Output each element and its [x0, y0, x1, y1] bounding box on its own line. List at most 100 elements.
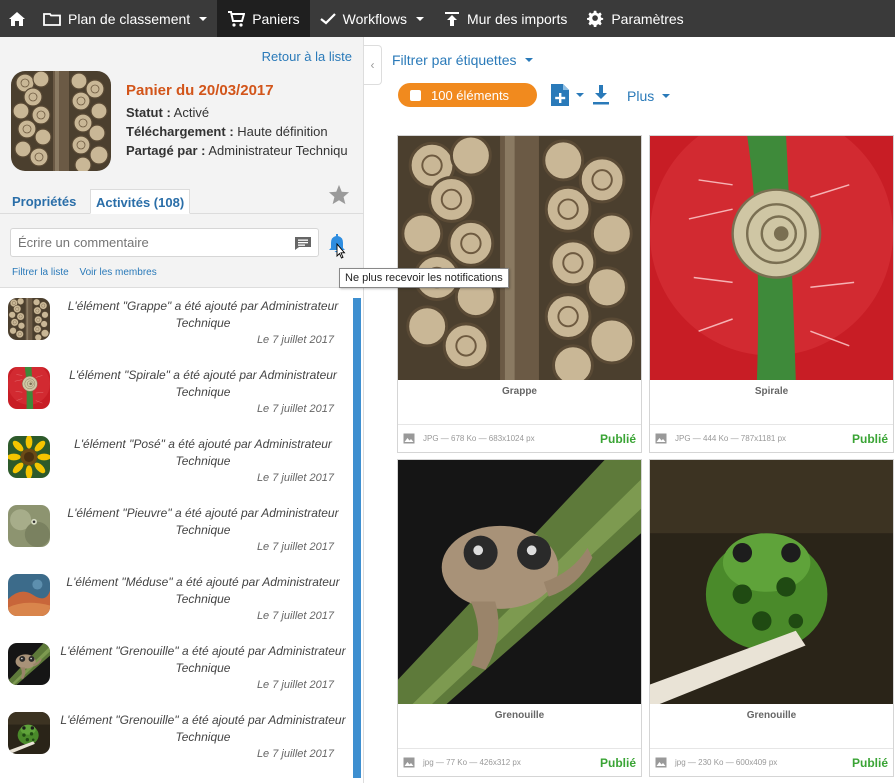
home-button[interactable]: [0, 0, 33, 37]
media-caption: Spirale: [754, 386, 789, 397]
basket-title: Panier du 20/03/2017: [126, 82, 274, 99]
bell-icon: [329, 234, 346, 259]
folder-icon: [43, 12, 61, 26]
activity-item: L'élément "Grenouille" a été ajouté par …: [0, 702, 350, 771]
favorite-star-button[interactable]: [328, 184, 350, 208]
activity-item: L'élément "Pieuvre" a été ajouté par Adm…: [0, 495, 350, 564]
media-card[interactable]: Grenouille jpg — 77 Ko — 426x312 px Publ…: [397, 459, 642, 777]
select-all-button[interactable]: 100 éléments: [398, 83, 537, 107]
activity-item: L'élément "Spirale" a été ajouté par Adm…: [0, 357, 350, 426]
media-caption: Grappe: [501, 386, 537, 397]
media-preview[interactable]: [650, 460, 893, 704]
upload-icon: [444, 11, 459, 26]
notification-bell-button[interactable]: [327, 232, 349, 263]
collapse-sidebar-button[interactable]: ‹: [364, 45, 382, 85]
add-document-button[interactable]: [550, 83, 584, 107]
activity-item: L'élément "Grappe" a été ajouté par Admi…: [0, 288, 350, 357]
activity-thumbnail: [8, 298, 50, 340]
activity-feed: L'élément "Grappe" a été ajouté par Admi…: [0, 287, 363, 783]
activity-item: L'élément "Grenouille" a été ajouté par …: [0, 633, 350, 702]
media-caption: Grenouille: [494, 710, 545, 721]
notification-tooltip: Ne plus recevoir les notifications: [339, 268, 509, 288]
activity-text: L'élément "Grappe" a été ajouté par Admi…: [67, 299, 339, 330]
element-count: 100 éléments: [431, 87, 510, 103]
media-footer: JPG — 444 Ko — 787x1181 px Publié: [650, 424, 893, 452]
basket-download: Téléchargement : Haute définition: [126, 124, 328, 139]
view-members-link[interactable]: Voir les membres: [79, 267, 156, 278]
activity-thumbnail: [8, 436, 50, 478]
media-preview[interactable]: [398, 136, 641, 380]
status-badge: Publié: [851, 431, 888, 446]
activity-text: L'élément "Grenouille" a été ajouté par …: [60, 644, 346, 675]
activity-text: L'élément "Spirale" a été ajouté par Adm…: [69, 368, 337, 399]
status-badge: Publié: [851, 755, 888, 770]
activity-item: L'élément "Méduse" a été ajouté par Admi…: [0, 564, 350, 633]
media-footer: JPG — 678 Ko — 683x1024 px Publié: [398, 424, 641, 452]
activity-thumbnail: [8, 505, 50, 547]
activity-text: L'élément "Méduse" a été ajouté par Admi…: [66, 575, 340, 606]
media-card[interactable]: Grappe JPG — 678 Ko — 683x1024 px Publié: [397, 135, 642, 453]
media-card[interactable]: Grenouille jpg — 230 Ko — 600x409 px Pub…: [649, 459, 894, 777]
chevron-left-icon: ‹: [370, 58, 375, 72]
tab-activites[interactable]: Activités (108): [90, 189, 191, 214]
status-badge: Publié: [599, 431, 636, 446]
star-icon: [328, 184, 350, 205]
media-file-info: jpg — 230 Ko — 600x409 px: [675, 758, 778, 767]
image-icon: [403, 433, 415, 444]
scrollbar[interactable]: [353, 298, 361, 778]
media-file-info: jpg — 77 Ko — 426x312 px: [423, 758, 521, 767]
basket-shared-by: Partagé par : Administrateur Techniqu: [126, 143, 348, 158]
more-label: Plus: [627, 88, 655, 104]
image-icon: [655, 757, 667, 768]
nav-parametres[interactable]: Paramètres: [577, 0, 693, 37]
basket-thumbnail: [11, 71, 111, 171]
activity-text: L'élément "Pieuvre" a été ajouté par Adm…: [67, 506, 339, 537]
nav-paniers[interactable]: Paniers: [217, 0, 310, 37]
media-preview[interactable]: [650, 136, 893, 380]
nav-mur-des-imports[interactable]: Mur des imports: [434, 0, 577, 37]
activity-date: Le 7 juillet 2017: [256, 610, 334, 622]
basket-status: Statut : Activé: [126, 105, 210, 120]
media-footer: jpg — 230 Ko — 600x409 px Publié: [650, 748, 893, 776]
more-actions-dropdown[interactable]: Plus: [627, 88, 671, 104]
media-caption: Grenouille: [746, 710, 797, 721]
filter-tags-dropdown[interactable]: Filtrer par étiquettes: [392, 52, 533, 68]
nav-label: Workflows: [342, 10, 407, 27]
activity-thumbnail: [8, 574, 50, 616]
activity-item: L'élément "Posé" a été ajouté par Admini…: [0, 426, 350, 495]
image-icon: [403, 757, 415, 768]
comment-input[interactable]: [11, 229, 281, 256]
activity-date: Le 7 juillet 2017: [256, 334, 334, 346]
activity-date: Le 7 juillet 2017: [256, 748, 334, 760]
nav-label: Plan de classement: [68, 10, 191, 27]
media-file-info: JPG — 444 Ko — 787x1181 px: [675, 434, 787, 443]
back-to-list-link[interactable]: Retour à la liste: [262, 49, 352, 64]
activity-date: Le 7 juillet 2017: [256, 541, 334, 553]
media-footer: jpg — 77 Ko — 426x312 px Publié: [398, 748, 641, 776]
cart-icon: [228, 10, 246, 27]
activity-date: Le 7 juillet 2017: [256, 472, 334, 484]
activity-text: L'élément "Grenouille" a été ajouté par …: [60, 713, 346, 744]
download-button[interactable]: [592, 84, 610, 108]
select-all-checkbox[interactable]: [410, 89, 421, 101]
filter-list-link[interactable]: Filtrer la liste: [12, 267, 69, 278]
image-icon: [655, 433, 667, 444]
chevron-down-icon: [524, 58, 533, 62]
comment-send-icon[interactable]: [294, 236, 312, 251]
nav-label: Mur des imports: [466, 10, 568, 27]
nav-label: Paramètres: [611, 10, 684, 27]
nav-plan-de-classement[interactable]: Plan de classement: [33, 0, 217, 37]
chevron-down-icon: [576, 93, 584, 97]
activity-date: Le 7 juillet 2017: [256, 403, 334, 415]
sidebar-tabs: Propriétés Activités (108): [0, 189, 364, 214]
comment-box: [10, 228, 319, 257]
basket-sidebar: Retour à la liste Panier du 20/03/2017 S…: [0, 37, 364, 783]
nav-workflows[interactable]: Workflows: [310, 0, 434, 37]
media-card[interactable]: Spirale JPG — 444 Ko — 787x1181 px Publi…: [649, 135, 894, 453]
media-preview[interactable]: [398, 460, 641, 704]
status-badge: Publié: [599, 755, 636, 770]
check-icon: [319, 13, 336, 25]
tab-proprietes[interactable]: Propriétés: [7, 189, 81, 214]
chevron-down-icon: [199, 16, 208, 21]
filter-links: Filtrer la liste Voir les membres: [12, 267, 165, 278]
